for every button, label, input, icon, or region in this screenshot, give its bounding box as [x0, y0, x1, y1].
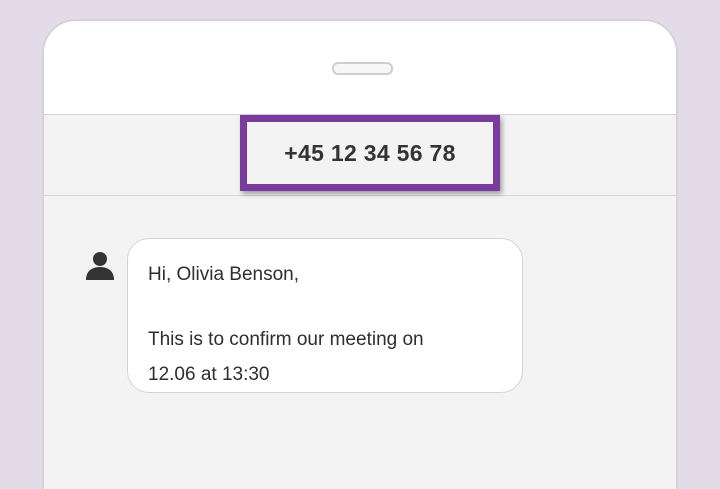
phone-frame: +45 12 34 56 78 Hi, Olivia Benson, This … [42, 19, 678, 489]
person-icon [84, 250, 116, 280]
speaker-slot [332, 62, 393, 75]
phone-number: +45 12 34 56 78 [284, 139, 456, 166]
message-bubble: Hi, Olivia Benson, This is to confirm ou… [127, 238, 523, 393]
message-body-line-1: This is to confirm our meeting on [148, 329, 424, 350]
message-greeting: Hi, Olivia Benson, [148, 264, 300, 285]
conversation-header: +45 12 34 56 78 [44, 115, 676, 196]
message-body-line-2: 12.06 at 13:30 [148, 364, 270, 385]
phone-top-bezel [44, 21, 676, 115]
phone-number-highlight[interactable]: +45 12 34 56 78 [240, 115, 500, 191]
